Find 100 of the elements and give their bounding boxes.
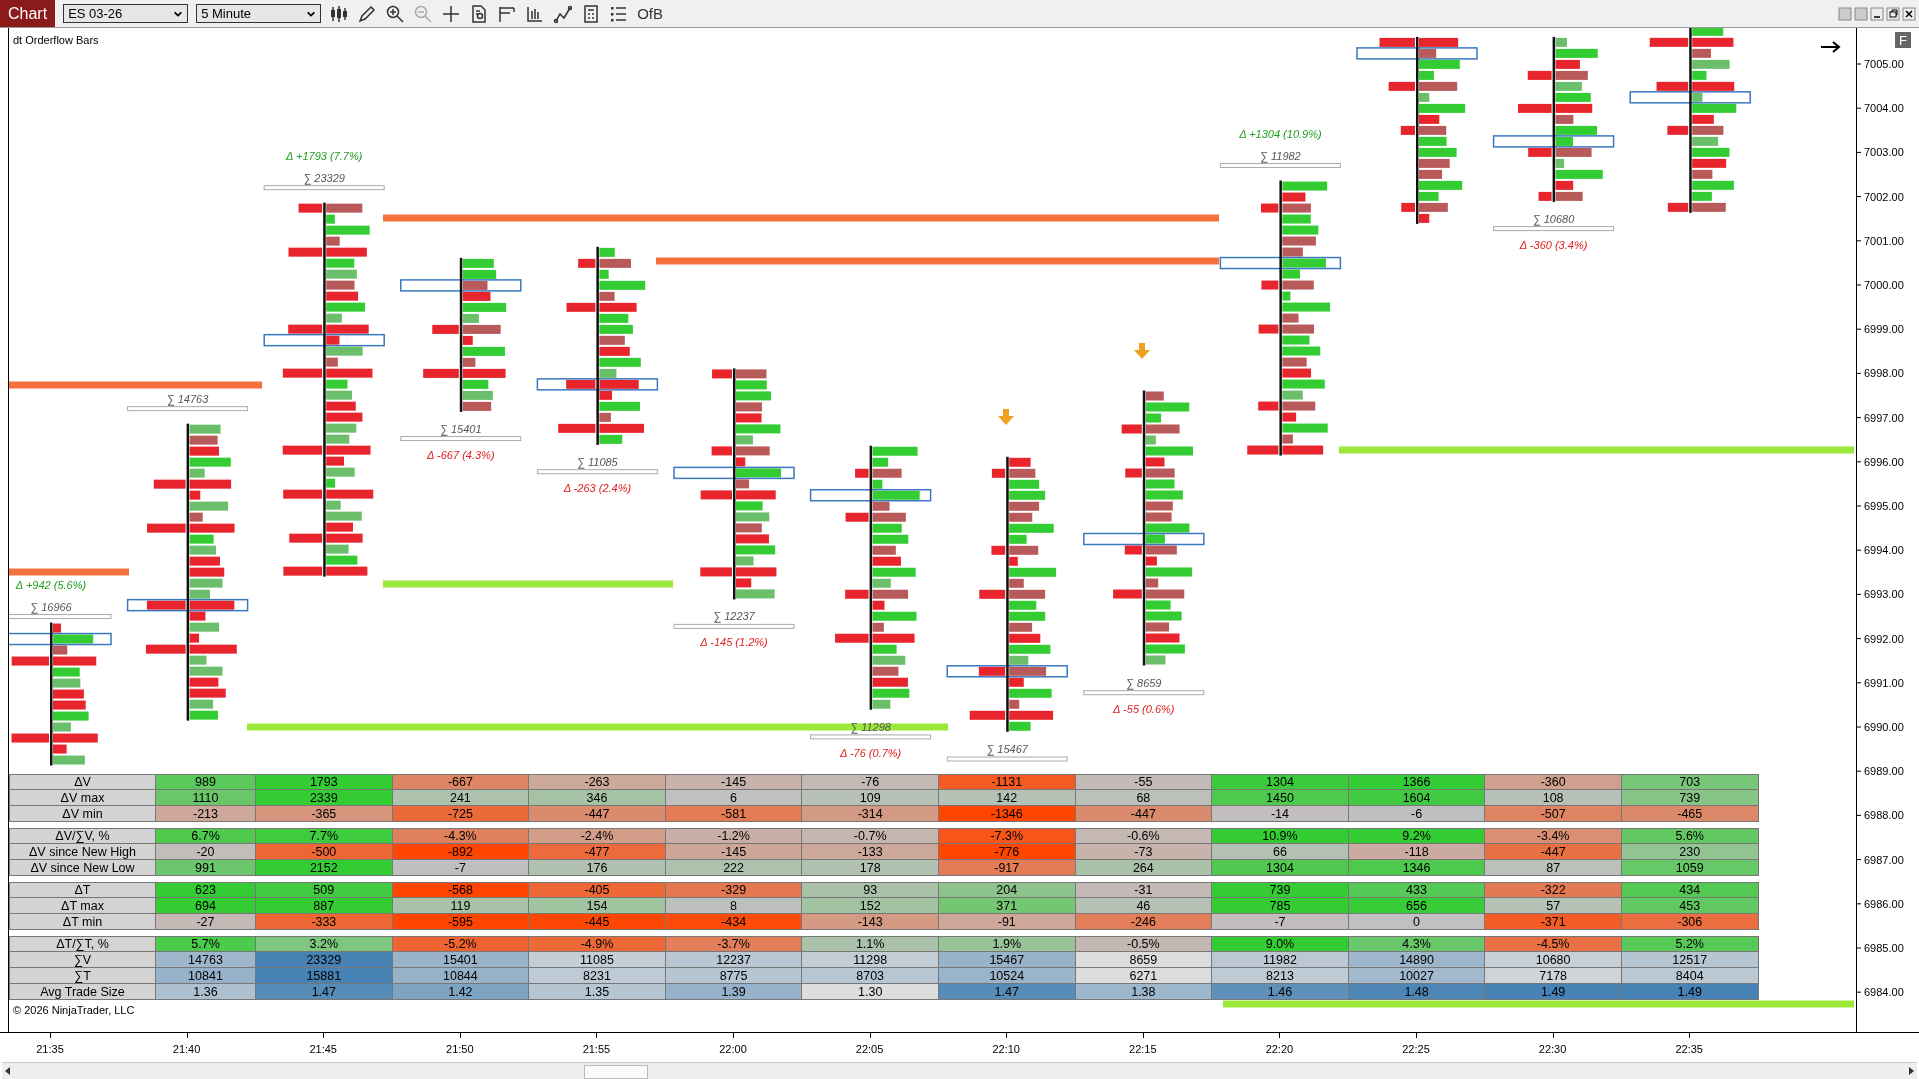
table-cell: -447 bbox=[1485, 844, 1622, 860]
row-label: ΔT/∑T, % bbox=[9, 936, 156, 952]
time-label: 21:55 bbox=[582, 1043, 611, 1055]
instrument-dropdown[interactable]: ES 03-26 bbox=[63, 4, 189, 23]
table-cell: -213 bbox=[156, 806, 256, 822]
table-cell: 15881 bbox=[256, 968, 393, 984]
table-cell: 371 bbox=[938, 898, 1076, 914]
table-cell: -667 bbox=[392, 774, 530, 790]
table-cell: 11982 bbox=[1212, 952, 1349, 968]
scrollbar-thumb[interactable] bbox=[584, 1065, 648, 1079]
row-label: Avg Trade Size bbox=[9, 984, 156, 1000]
table-cell: 1.49 bbox=[1485, 984, 1622, 1000]
table-cell: -263 bbox=[529, 774, 666, 790]
price-label: 6996.00 bbox=[1864, 455, 1904, 468]
table-cell: 14890 bbox=[1348, 952, 1486, 968]
table-cell: 785 bbox=[1212, 898, 1349, 914]
table-cell: -445 bbox=[529, 914, 666, 930]
table-cell: -371 bbox=[1485, 914, 1622, 930]
table-cell: -31 bbox=[1075, 882, 1213, 898]
price-label: 6990.00 bbox=[1864, 721, 1904, 733]
restore-icon[interactable] bbox=[1886, 6, 1900, 21]
zoom-in-icon[interactable] bbox=[385, 3, 406, 24]
table-cell: -447 bbox=[1075, 806, 1213, 822]
price-label: 6989.00 bbox=[1864, 765, 1904, 778]
table-cell: -306 bbox=[1621, 914, 1759, 930]
table-cell: 1304 bbox=[1212, 860, 1349, 876]
table-cell: 109 bbox=[802, 790, 939, 806]
table-cell: 10844 bbox=[392, 968, 530, 984]
table-cell: -5.2% bbox=[392, 936, 530, 952]
candlestick-icon[interactable] bbox=[329, 3, 350, 24]
volume-sum-label: ∑ 15467 bbox=[986, 743, 1028, 755]
volume-sum-label: ∑ 11298 bbox=[850, 720, 891, 733]
line-chart-icon[interactable] bbox=[553, 3, 574, 24]
table-cell: 10524 bbox=[938, 968, 1076, 984]
price-label: 7002.00 bbox=[1864, 190, 1904, 203]
price-label: 6994.00 bbox=[1864, 544, 1904, 557]
axis-button[interactable]: F bbox=[1895, 32, 1911, 48]
price-label: 6986.00 bbox=[1864, 897, 1904, 910]
table-cell: -7.3% bbox=[938, 828, 1076, 844]
table-cell: 694 bbox=[156, 898, 256, 914]
table-cell: 241 bbox=[392, 790, 530, 806]
minimize-icon[interactable] bbox=[1870, 6, 1884, 21]
table-cell: 0 bbox=[1348, 914, 1486, 930]
price-label: 7005.00 bbox=[1864, 58, 1904, 70]
table-cell: 4.3% bbox=[1348, 936, 1486, 952]
copyright-text: © 2026 NinjaTrader, LLC bbox=[13, 1004, 135, 1016]
table-cell: 10027 bbox=[1348, 968, 1486, 984]
table-cell: 3.2% bbox=[256, 936, 393, 952]
table-cell: -91 bbox=[938, 914, 1076, 930]
price-label: 6999.00 bbox=[1864, 323, 1904, 336]
table-cell: 46 bbox=[1075, 898, 1213, 914]
indicator-button[interactable]: OfB bbox=[637, 5, 663, 22]
time-label: 22:20 bbox=[1265, 1043, 1294, 1055]
table-cell: 1.47 bbox=[256, 984, 393, 1000]
table-cell: 9.2% bbox=[1348, 828, 1486, 844]
table-cell: -434 bbox=[665, 914, 803, 930]
table-cell: 57 bbox=[1485, 898, 1622, 914]
price-label: 7000.00 bbox=[1864, 279, 1904, 291]
table-cell: 1.46 bbox=[1212, 984, 1349, 1000]
table-cell: -4.5% bbox=[1485, 936, 1622, 952]
row-label: ΔV min bbox=[9, 806, 156, 822]
table-cell: 9.0% bbox=[1212, 936, 1349, 952]
interval-dropdown[interactable]: 5 Minute bbox=[196, 4, 322, 23]
delta-label: Δ -55 (0.6%) bbox=[1113, 702, 1175, 715]
table-cell: 11298 bbox=[802, 952, 939, 968]
table-cell: 1346 bbox=[1348, 860, 1486, 876]
volume-sum-label: ∑ 12237 bbox=[713, 610, 755, 623]
close-icon[interactable] bbox=[1902, 6, 1916, 21]
table-cell: -333 bbox=[256, 914, 393, 930]
price-label: 6998.00 bbox=[1864, 367, 1904, 380]
crosshair-icon[interactable] bbox=[441, 3, 462, 24]
volume-sum-label: ∑ 14763 bbox=[166, 392, 209, 405]
row-label: ΔT min bbox=[9, 914, 156, 930]
table-cell: 1.9% bbox=[938, 936, 1076, 952]
table-cell: -1.2% bbox=[665, 828, 803, 844]
pencil-icon[interactable] bbox=[357, 3, 378, 24]
table-cell: -500 bbox=[256, 844, 393, 860]
table-cell: -76 bbox=[802, 774, 939, 790]
table-cell: -143 bbox=[802, 914, 939, 930]
table-cell: 346 bbox=[529, 790, 666, 806]
table-cell: 93 bbox=[802, 882, 939, 898]
row-label: ∑T bbox=[9, 968, 156, 984]
table-cell: 8231 bbox=[529, 968, 666, 984]
table-cell: 1.49 bbox=[1621, 984, 1759, 1000]
down-arrow-icon bbox=[1134, 343, 1150, 359]
table-cell: -0.5% bbox=[1075, 936, 1213, 952]
table-cell: 887 bbox=[256, 898, 393, 914]
chart-tab[interactable]: Chart bbox=[0, 0, 56, 27]
table-cell: 433 bbox=[1348, 882, 1486, 898]
table-cell: -2.4% bbox=[529, 828, 666, 844]
arrow-right-icon[interactable] bbox=[1820, 40, 1842, 54]
table-cell: -360 bbox=[1485, 774, 1622, 790]
table-cell: 10.9% bbox=[1212, 828, 1349, 844]
table-cell: -246 bbox=[1075, 914, 1213, 930]
volume-sum-label: ∑ 16966 bbox=[30, 600, 72, 613]
table-cell: -3.7% bbox=[665, 936, 803, 952]
table-cell: 8775 bbox=[665, 968, 803, 984]
delta-label: Δ +1793 (7.7%) bbox=[286, 149, 363, 162]
table-cell: 14763 bbox=[156, 952, 256, 968]
price-label: 6997.00 bbox=[1864, 411, 1904, 424]
